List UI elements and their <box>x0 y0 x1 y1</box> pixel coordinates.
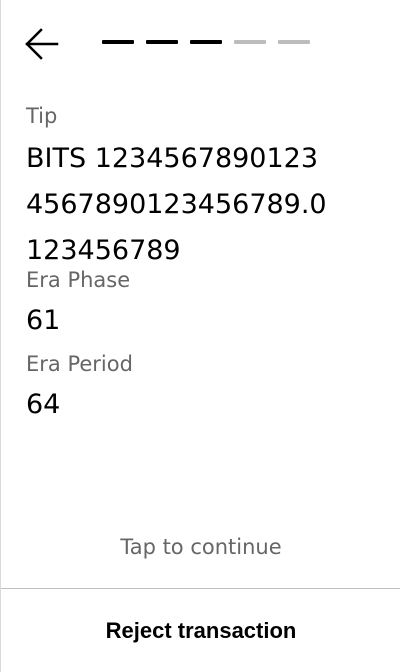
era-phase-label: Era Phase <box>26 268 131 292</box>
reject-transaction-button[interactable]: Reject transaction <box>1 589 400 672</box>
progress-step-complete <box>102 40 134 44</box>
era-phase-value: 61 <box>26 305 61 336</box>
tip-value: BITS 1234567890123 4567890123456789.0 12… <box>26 136 386 274</box>
progress-indicator <box>102 40 310 44</box>
progress-step-complete <box>190 40 222 44</box>
tip-value-line: BITS 1234567890123 <box>26 143 319 174</box>
progress-step-complete <box>146 40 178 44</box>
tap-to-continue[interactable]: Tap to continue <box>1 533 400 561</box>
tip-value-line: 123456789 <box>26 235 181 266</box>
era-period-value: 64 <box>26 389 61 420</box>
tip-value-line: 4567890123456789.0 <box>26 189 327 220</box>
back-button[interactable] <box>23 26 63 62</box>
era-period-label: Era Period <box>26 352 133 376</box>
tip-label: Tip <box>26 104 58 128</box>
progress-step-pending <box>234 40 266 44</box>
progress-step-pending <box>278 40 310 44</box>
arrow-left-icon <box>25 28 59 60</box>
